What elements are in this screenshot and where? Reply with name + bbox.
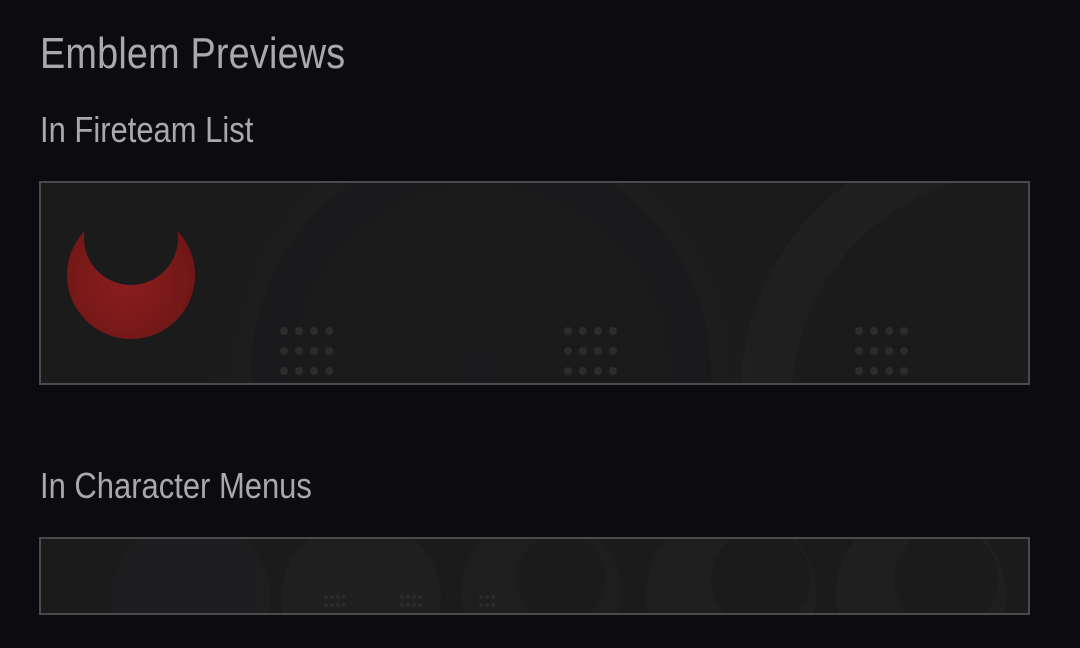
page-title: Emblem Previews [40, 29, 346, 78]
character-emblem-banner [39, 537, 1030, 615]
fireteam-list-heading: In Fireteam List [40, 109, 254, 150]
character-banner-art [41, 539, 1028, 613]
fireteam-banner-art [41, 183, 1028, 383]
character-menus-heading: In Character Menus [40, 465, 312, 506]
fireteam-emblem-banner [39, 181, 1030, 385]
crescent-moon-icon [67, 211, 195, 339]
